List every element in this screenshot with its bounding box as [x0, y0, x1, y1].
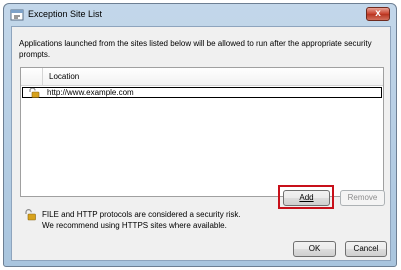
dialog-body: Applications launched from the sites lis…: [11, 26, 391, 261]
security-note-line-2: We recommend using HTTPS sites where ava…: [42, 221, 227, 230]
table-row[interactable]: http://www.example.com: [22, 87, 382, 98]
site-list-table[interactable]: Location http://www.example.com: [20, 67, 384, 197]
security-lock-icon: [23, 209, 37, 221]
site-url-cell[interactable]: http://www.example.com: [47, 89, 134, 97]
table-header: Location: [21, 68, 383, 86]
unsecure-lock-icon: [27, 87, 41, 98]
description-text: Applications launched from the sites lis…: [19, 39, 372, 59]
ok-button[interactable]: OK: [293, 241, 336, 257]
close-button[interactable]: x: [366, 7, 390, 21]
remove-button[interactable]: Remove: [340, 190, 385, 206]
window-title: Exception Site List: [28, 9, 103, 19]
location-column-header[interactable]: Location: [49, 72, 79, 81]
add-button[interactable]: Add: [283, 190, 330, 206]
remove-button-label: Remove: [347, 193, 378, 202]
close-icon: x: [375, 8, 381, 19]
title-bar[interactable]: Exception Site List x: [4, 4, 396, 26]
ok-button-label: OK: [308, 244, 321, 253]
java-app-icon: [10, 8, 24, 22]
add-button-label: Add: [299, 193, 314, 202]
icon-column-header: [21, 68, 43, 85]
exception-site-list-dialog: Exception Site List x Applications launc…: [3, 3, 397, 267]
security-note-line-1: FILE and HTTP protocols are considered a…: [42, 210, 241, 219]
cancel-button-label: Cancel: [353, 244, 379, 253]
cancel-button[interactable]: Cancel: [345, 241, 387, 257]
security-note: FILE and HTTP protocols are considered a…: [42, 209, 241, 231]
